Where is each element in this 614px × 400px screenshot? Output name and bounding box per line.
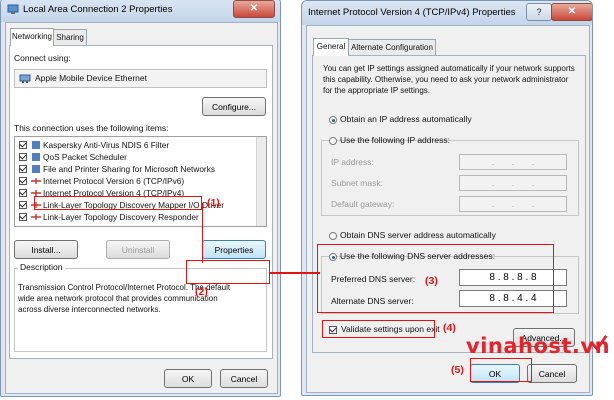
gateway-field: . . . [459, 196, 567, 212]
configure-button[interactable]: Configure... [202, 97, 266, 116]
description-title: Description [18, 262, 65, 272]
step-1-label: (1) [207, 197, 220, 209]
connector-to-dns [270, 272, 320, 274]
tab-sharing[interactable]: Sharing [53, 29, 87, 46]
item-checkbox[interactable] [19, 213, 27, 221]
items-list: Kaspersky Anti-Virus NDIS 6 Filter QoS P… [14, 136, 267, 227]
tab-general[interactable]: General [313, 38, 349, 56]
ipv4-title-bar[interactable]: Internet Protocol Version 4 (TCP/IPv4) P… [302, 1, 592, 25]
scheduler-icon [32, 153, 40, 161]
step-5-label: (5) [451, 364, 464, 376]
watermark-check-icon [590, 335, 608, 352]
highlight-ok-button [470, 358, 532, 382]
sharing-icon [32, 165, 40, 173]
uninstall-button: Uninstall [106, 240, 170, 259]
tab-alternate-configuration[interactable]: Alternate Configuration [348, 39, 436, 56]
item-checkbox[interactable] [19, 153, 27, 161]
item-label: Link-Layer Topology Discovery Responder [43, 212, 199, 222]
ip-manual-radio[interactable] [329, 137, 337, 145]
connect-using-label: Connect using: [14, 53, 71, 63]
step-3-label: (3) [425, 275, 438, 287]
item-checkbox[interactable] [19, 165, 27, 173]
item-label: Internet Protocol Version 6 (TCP/IPv6) [43, 176, 185, 186]
lan-title-bar[interactable]: Local Area Connection 2 Properties ✕ [1, 0, 280, 22]
watermark: vinahost.vn [466, 334, 611, 358]
tab-networking[interactable]: Networking [10, 28, 54, 46]
lan-cancel-button[interactable]: Cancel [220, 369, 268, 388]
adapter-name: Apple Mobile Device Ethernet [35, 73, 147, 83]
adapter-box: Apple Mobile Device Ethernet [14, 69, 267, 88]
ipv4-cancel-button[interactable]: Cancel [527, 364, 577, 383]
ip-auto-label[interactable]: Obtain an IP address automatically [340, 114, 472, 124]
item-label: QoS Packet Scheduler [43, 152, 127, 162]
dns-auto-label[interactable]: Obtain DNS server address automatically [340, 230, 496, 240]
item-checkbox[interactable] [19, 177, 27, 185]
lan-window-title: Local Area Connection 2 Properties [23, 4, 173, 15]
item-checkbox[interactable] [19, 141, 27, 149]
item-label: Kaspersky Anti-Virus NDIS 6 Filter [43, 140, 170, 150]
properties-button[interactable]: Properties [202, 240, 266, 259]
gateway-label: Default gateway: [331, 199, 395, 209]
step-2-label: (2) [195, 286, 208, 298]
highlight-ipv4-item [34, 196, 202, 210]
install-button[interactable]: Install... [14, 240, 78, 259]
ipv4-close-button[interactable]: ✕ [551, 3, 592, 21]
description-line: across diverse interconnected networks. [18, 305, 161, 314]
ip-manual-label[interactable]: Use the following IP address: [340, 135, 450, 145]
item-checkbox[interactable] [19, 189, 27, 197]
connector-ipv4-to-properties [202, 203, 203, 263]
intro-line: You can get IP settings assigned automat… [323, 64, 575, 73]
subnet-label: Subnet mask: [331, 178, 383, 188]
intro-line: this capability. Otherwise, you need to … [323, 75, 569, 84]
ip-auto-radio[interactable] [329, 116, 337, 124]
intro-line: for the appropriate IP settings. [323, 86, 431, 95]
items-label: This connection uses the following items… [14, 123, 169, 133]
dns-auto-radio[interactable] [329, 232, 337, 240]
item-checkbox[interactable] [19, 201, 27, 209]
highlight-properties-button [186, 260, 270, 284]
items-scrollbar[interactable] [256, 137, 266, 226]
subnet-field: . . . [459, 175, 567, 191]
filter-icon [32, 141, 40, 149]
item-label: File and Printer Sharing for Microsoft N… [43, 164, 215, 174]
help-button[interactable]: ? [526, 3, 552, 21]
ip-address-label: IP address: [331, 157, 374, 167]
description-line: wide area network protocol that provides… [18, 294, 218, 303]
network-adapter-icon [7, 4, 19, 14]
lan-ok-button[interactable]: OK [164, 369, 212, 388]
lan-close-button[interactable]: ✕ [233, 0, 275, 18]
protocol-icon [31, 178, 41, 184]
highlight-validate-checkbox [322, 320, 435, 338]
step-4-label: (4) [443, 322, 456, 334]
protocol-icon [31, 214, 41, 220]
ipv4-window-title: Internet Protocol Version 4 (TCP/IPv4) P… [308, 7, 516, 18]
adapter-icon [19, 74, 31, 83]
ip-address-field: . . . [459, 154, 567, 170]
